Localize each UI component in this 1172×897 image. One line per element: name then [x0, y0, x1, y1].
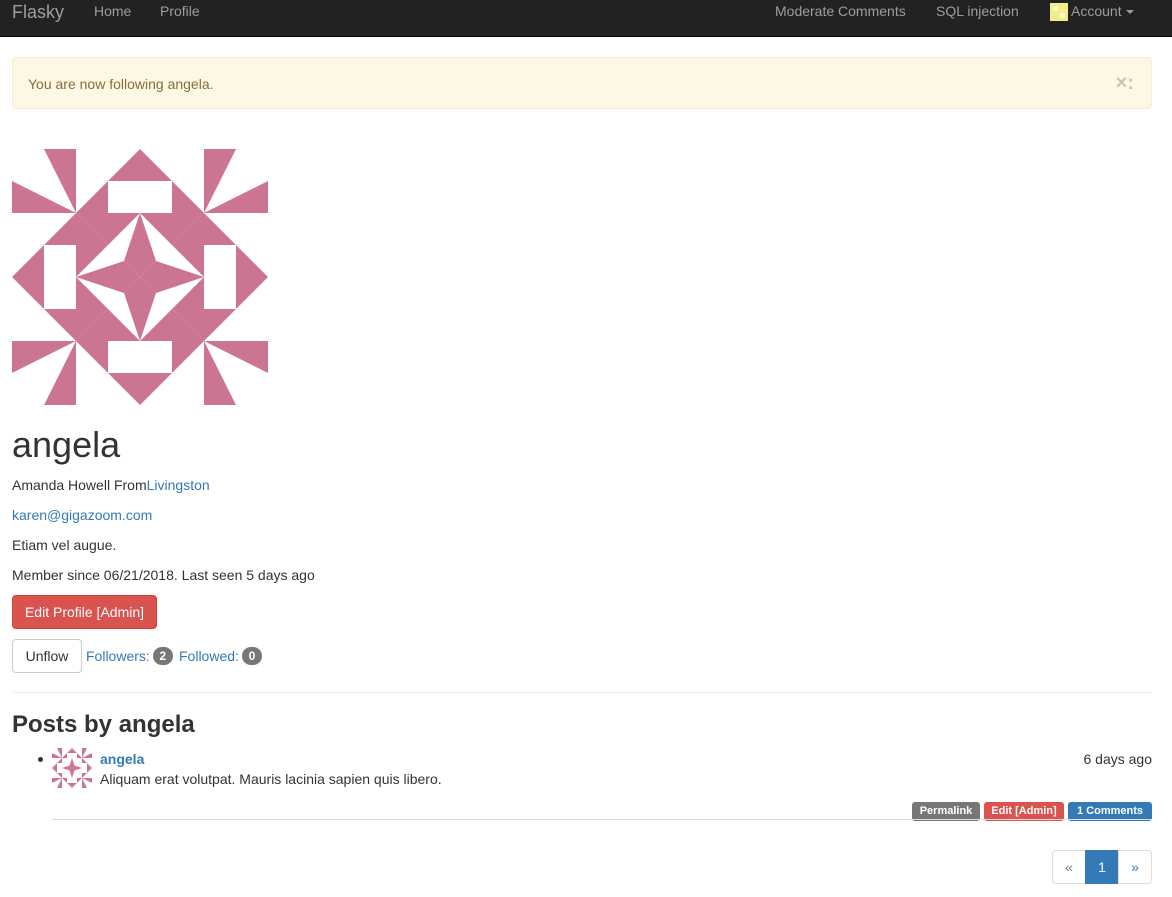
- email-link[interactable]: karen@gigazoom.com: [12, 507, 152, 523]
- profile-about: Etiam vel augue.: [12, 537, 117, 553]
- followed-label: Followed:: [179, 648, 239, 664]
- post-author-link[interactable]: angela: [100, 749, 144, 769]
- account-avatar-icon: [1050, 3, 1068, 21]
- pagination: « 1 »: [1052, 850, 1152, 884]
- profile-full-name: Amanda Howell From: [12, 477, 147, 493]
- post-divider: [52, 819, 1152, 820]
- posts-section-title: Posts by angela: [12, 711, 195, 738]
- top-navbar: Flasky Home Profile Moderate Comments SQ…: [0, 0, 1172, 37]
- close-icon[interactable]: ×:: [1116, 73, 1134, 93]
- followed-count-badge: 0: [241, 647, 262, 665]
- pagination-next[interactable]: »: [1118, 850, 1152, 884]
- unfollow-button[interactable]: Unflow: [12, 639, 82, 673]
- nav-sql-injection-link[interactable]: SQL injection: [936, 3, 1019, 19]
- profile-member-info: Member since 06/21/2018. Last seen 5 day…: [12, 567, 315, 583]
- profile-avatar: [12, 149, 268, 405]
- post-author-avatar[interactable]: [52, 748, 92, 788]
- profile-name-location: Amanda Howell FromLivingston: [12, 475, 210, 495]
- identicon-pattern: [12, 149, 268, 405]
- edit-profile-admin-button[interactable]: Edit Profile [Admin]: [12, 595, 157, 629]
- pagination-prev[interactable]: «: [1052, 850, 1086, 884]
- nav-moderate-comments-link[interactable]: Moderate Comments: [775, 3, 906, 19]
- list-bullet: [38, 757, 43, 762]
- alert-message: You are now following angela.: [28, 76, 214, 92]
- post-date: 6 days ago: [1083, 751, 1153, 767]
- account-label: Account: [1071, 3, 1122, 19]
- brand-link[interactable]: Flasky: [12, 1, 64, 23]
- divider: [12, 692, 1152, 693]
- followers-link[interactable]: Followers: 2: [86, 646, 173, 666]
- follow-alert: You are now following angela. ×:: [12, 57, 1152, 109]
- caret-down-icon: [1125, 10, 1134, 15]
- followers-label: Followers:: [86, 648, 150, 664]
- location-link[interactable]: Livingston: [147, 477, 210, 493]
- post-body: Aliquam erat volutpat. Mauris lacinia sa…: [100, 771, 442, 787]
- nav-home-link[interactable]: Home: [94, 3, 131, 19]
- pagination-page-1[interactable]: 1: [1085, 850, 1119, 884]
- followed-link[interactable]: Followed: 0: [179, 646, 262, 666]
- account-dropdown[interactable]: Account: [1071, 3, 1134, 19]
- followers-count-badge: 2: [152, 647, 173, 665]
- profile-email-line: karen@gigazoom.com: [12, 505, 152, 525]
- nav-profile-link[interactable]: Profile: [160, 3, 200, 19]
- profile-username: angela: [12, 424, 121, 465]
